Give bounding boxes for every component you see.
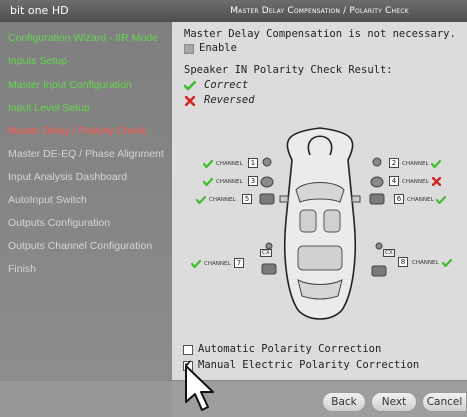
channel-label: CHANNEL xyxy=(216,161,243,167)
wizard-nav: Configuration Wizard - IIR Mode Inputs S… xyxy=(0,22,172,380)
cx-label: CX xyxy=(260,249,272,257)
cancel-button[interactable]: Cancel xyxy=(422,392,467,412)
brand-title: bit one HD xyxy=(0,0,172,22)
polarity-heading: Speaker IN Polarity Check Result: xyxy=(184,64,393,76)
nav-item-input-level-setup[interactable]: Input Level Setup xyxy=(8,102,172,114)
button-bar-sidebar-area xyxy=(0,381,172,417)
green-check-icon xyxy=(184,81,196,91)
delay-message: Master Delay Compensation is not necessa… xyxy=(184,28,456,40)
channel-label: CHANNEL xyxy=(216,179,243,185)
legend-correct-label: Correct xyxy=(204,79,249,91)
nav-item-configuration-wizard[interactable]: Configuration Wizard - IIR Mode xyxy=(8,32,172,44)
nav-item-inputs-setup[interactable]: Inputs Setup xyxy=(8,55,172,67)
green-check-icon xyxy=(203,178,213,186)
nav-item-finish[interactable]: Finish xyxy=(8,263,172,275)
nav-item-outputs-configuration[interactable]: Outputs Configuration xyxy=(8,217,172,229)
legend-reversed-label: Reversed xyxy=(204,94,255,106)
enable-label: Enable xyxy=(199,42,237,54)
channel-label: CHANNEL xyxy=(209,197,236,203)
nav-item-autoinput-switch[interactable]: AutoInput Switch xyxy=(8,194,172,206)
green-check-icon xyxy=(442,259,452,267)
next-button[interactable]: Next xyxy=(371,392,417,412)
back-button[interactable]: Back xyxy=(322,392,366,412)
channel-label: CHANNEL xyxy=(402,179,429,185)
red-x-icon xyxy=(185,96,195,106)
channel-number: 8 xyxy=(398,257,408,267)
auto-polarity-checkbox[interactable] xyxy=(183,345,193,355)
channel-label: CHANNEL xyxy=(407,197,434,203)
sidebar: bit one HD Configuration Wizard - IIR Mo… xyxy=(0,0,172,417)
channel-number: 2 xyxy=(389,158,399,168)
channel-number: 4 xyxy=(389,176,399,186)
channel-label: CHANNEL xyxy=(402,161,429,167)
red-x-icon xyxy=(432,177,441,186)
green-check-icon xyxy=(196,196,206,204)
green-check-icon xyxy=(203,160,213,168)
nav-item-outputs-channel-configuration[interactable]: Outputs Channel Configuration xyxy=(8,240,172,252)
channel-number: 6 xyxy=(394,194,404,204)
main-panel: Master Delay Compensation / Polarity Che… xyxy=(172,0,467,380)
manual-polarity-label: Manual Electric Polarity Correction xyxy=(198,359,420,371)
enable-checkbox[interactable] xyxy=(184,44,194,54)
channel-number: 1 xyxy=(248,158,258,168)
mouse-pointer-icon xyxy=(185,365,214,411)
channel-label: CHANNEL xyxy=(204,261,231,267)
green-check-icon xyxy=(431,160,441,168)
green-check-icon xyxy=(436,196,446,204)
nav-item-master-de-eq[interactable]: Master DE-EQ / Phase Alignment xyxy=(8,148,172,160)
button-bar: Back Next Cancel xyxy=(0,380,467,417)
car-diagram xyxy=(259,127,387,320)
channel-number: 5 xyxy=(242,194,252,204)
nav-item-input-analysis-dashboard[interactable]: Input Analysis Dashboard xyxy=(8,171,172,183)
channel-label: CHANNEL xyxy=(412,260,439,266)
auto-polarity-label: Automatic Polarity Correction xyxy=(198,343,382,355)
cx-label: CX xyxy=(383,249,395,257)
channel-number: 7 xyxy=(234,258,244,268)
nav-item-master-delay-polarity[interactable]: Master Delay / Polarity Check xyxy=(8,125,172,137)
channel-number: 3 xyxy=(248,176,258,186)
page-title: Master Delay Compensation / Polarity Che… xyxy=(172,0,467,22)
green-check-icon xyxy=(191,260,201,268)
nav-item-master-input-configuration[interactable]: Master Input Configuration xyxy=(8,79,172,91)
